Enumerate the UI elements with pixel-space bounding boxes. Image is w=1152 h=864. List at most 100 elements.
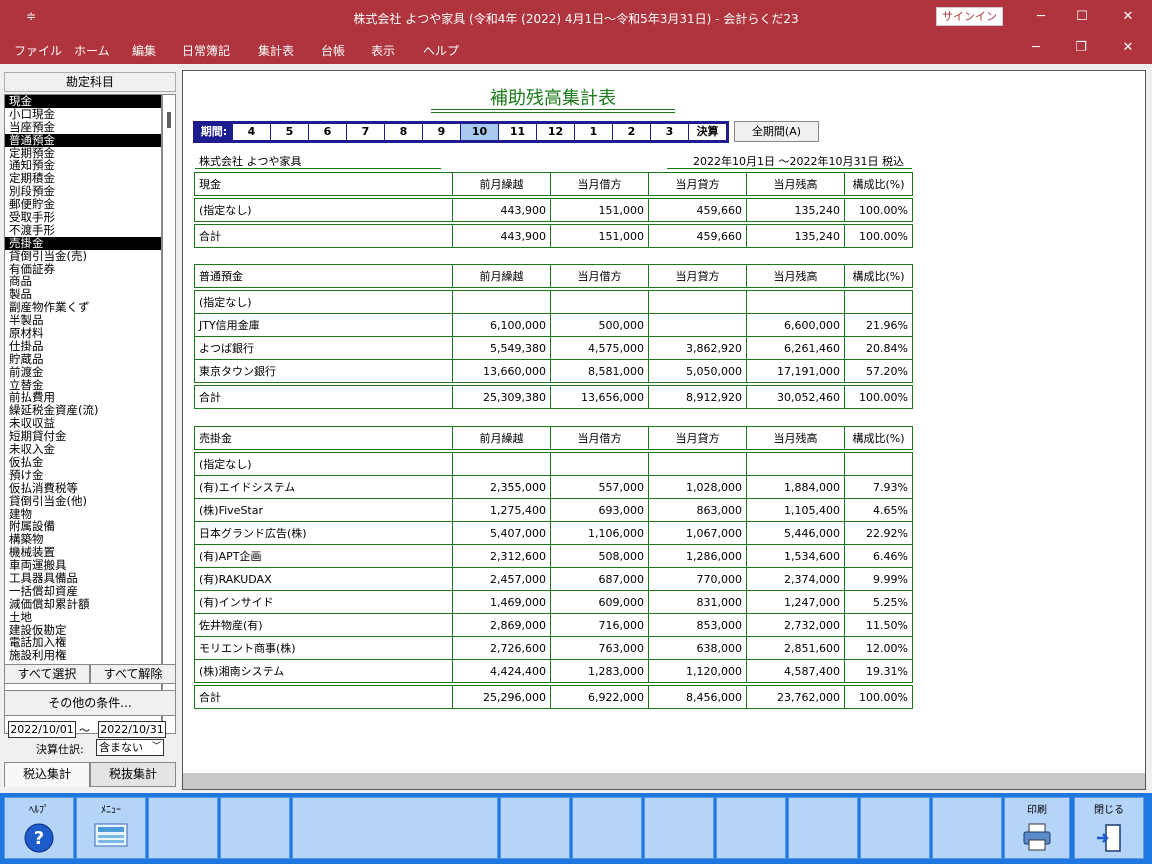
account-list-item[interactable]: 仮払消費税等 [5, 482, 161, 495]
select-all-button[interactable]: すべて選択 [4, 664, 90, 684]
account-list-item[interactable]: 仮払金 [5, 456, 161, 469]
fkey-9[interactable] [716, 797, 786, 859]
period-11[interactable]: 11 [498, 124, 536, 140]
account-list-item[interactable]: 副産物作業くず [5, 301, 161, 314]
signin-button[interactable]: サインイン [936, 7, 1003, 26]
account-list-item[interactable]: 原材料 [5, 327, 161, 340]
account-list-item[interactable]: 構築物 [5, 533, 161, 546]
account-list-item[interactable]: 建設仮勘定 [5, 624, 161, 637]
menu-button[interactable]: ﾒﾆｭｰ [76, 797, 146, 859]
close-icon[interactable]: ✕ [1113, 6, 1143, 28]
maximize-icon[interactable]: ☐ [1067, 6, 1097, 28]
deselect-all-button[interactable]: すべて解除 [90, 664, 176, 684]
account-scrollbar[interactable] [162, 94, 176, 734]
date-to-field[interactable]: 2022/10/31 [98, 721, 166, 738]
fkey-7[interactable] [572, 797, 642, 859]
period-3[interactable]: 3 [650, 124, 688, 140]
account-list-item[interactable]: 貯蔵品 [5, 353, 161, 366]
doc-restore-icon[interactable]: ❐ [1069, 40, 1093, 55]
horizontal-scrollbar[interactable] [183, 773, 1145, 789]
fkey-5[interactable] [292, 797, 498, 859]
close-button[interactable]: 閉じる [1074, 797, 1144, 859]
account-list-item[interactable]: 仕掛品 [5, 340, 161, 353]
tab-tax-incl[interactable]: 税込集計 [4, 762, 90, 787]
fkey-10[interactable] [788, 797, 858, 859]
account-list-item[interactable]: 立替金 [5, 379, 161, 392]
account-list-item[interactable]: 貸倒引当金(売) [5, 250, 161, 263]
account-list-item[interactable]: 工具器具備品 [5, 572, 161, 585]
menu-help[interactable]: ヘルプ [423, 42, 459, 59]
period-4[interactable]: 4 [232, 124, 270, 140]
account-list-item[interactable]: 車両運搬具 [5, 559, 161, 572]
account-list-item[interactable]: 前払費用 [5, 391, 161, 404]
account-list-item[interactable]: 通知預金 [5, 159, 161, 172]
menu-bookkeeping[interactable]: 日常簿記 [182, 42, 230, 59]
account-list-item[interactable]: 施設利用権 [5, 649, 161, 662]
period-2[interactable]: 2 [612, 124, 650, 140]
fkey-12[interactable] [932, 797, 1002, 859]
menu-edit[interactable]: 編集 [132, 42, 156, 59]
account-list-item[interactable]: 繰延税金資産(流) [5, 404, 161, 417]
account-list-item[interactable]: 機械装置 [5, 546, 161, 559]
menu-file[interactable]: ファイル [14, 42, 62, 59]
account-list-item[interactable]: 土地 [5, 611, 161, 624]
menu-summary[interactable]: 集計表 [258, 42, 294, 59]
account-list-item[interactable]: 建物 [5, 508, 161, 521]
menu-view[interactable]: 表示 [371, 42, 395, 59]
account-list-item[interactable]: 電話加入権 [5, 636, 161, 649]
account-list-item[interactable]: 減価償却累計額 [5, 598, 161, 611]
account-list-item[interactable]: 半製品 [5, 314, 161, 327]
doc-close-icon[interactable]: ✕ [1116, 40, 1140, 55]
period-5[interactable]: 5 [270, 124, 308, 140]
period-8[interactable]: 8 [384, 124, 422, 140]
account-list-item[interactable]: 製品 [5, 288, 161, 301]
minimize-icon[interactable]: ─ [1026, 6, 1056, 28]
print-button[interactable]: 印刷 [1004, 797, 1070, 859]
account-list-item[interactable]: 貸倒引当金(他) [5, 495, 161, 508]
account-list-item[interactable]: 一括償却資産 [5, 585, 161, 598]
account-list-item[interactable]: 未収入金 [5, 443, 161, 456]
period-12[interactable]: 12 [536, 124, 574, 140]
account-list[interactable]: 現金 小口現金 当座預金 普通預金 定期預金 通知預金 定期積金 別段預金 郵便貯金 受取手形 不渡… [4, 94, 162, 734]
period-10[interactable]: 10 [460, 124, 498, 140]
account-list-item[interactable]: 有価証券 [5, 263, 161, 276]
fkey-4[interactable] [220, 797, 290, 859]
account-list-item[interactable]: 当座預金 [5, 121, 161, 134]
closing-select[interactable]: 含まない ﹀ [96, 739, 164, 756]
fkey-8[interactable] [644, 797, 714, 859]
scroll-thumb[interactable] [167, 112, 171, 128]
menu-home[interactable]: ホーム [74, 42, 110, 59]
menu-ledger[interactable]: 台帳 [321, 42, 345, 59]
account-list-item[interactable]: 附属設備 [5, 520, 161, 533]
account-list-item[interactable]: 預け金 [5, 469, 161, 482]
account-list-item[interactable]: 受取手形 [5, 211, 161, 224]
help-button[interactable]: ﾍﾙﾌﾟ ? [4, 797, 74, 859]
doc-minimize-icon[interactable]: ─ [1024, 40, 1048, 55]
other-conditions-button[interactable]: その他の条件... [4, 690, 176, 716]
fkey-3[interactable] [148, 797, 218, 859]
fkey-11[interactable] [860, 797, 930, 859]
account-list-item[interactable]: 現金 [5, 95, 161, 108]
account-list-item[interactable]: 普通預金 [5, 133, 161, 147]
period-6[interactable]: 6 [308, 124, 346, 140]
all-period-button[interactable]: 全期間(A) [734, 121, 819, 142]
account-list-item[interactable]: 小口現金 [5, 108, 161, 121]
account-list-item[interactable]: 郵便貯金 [5, 198, 161, 211]
account-list-item[interactable]: 商品 [5, 275, 161, 288]
period-9[interactable]: 9 [422, 124, 460, 140]
account-list-item[interactable]: 売掛金 [5, 236, 161, 250]
account-list-item[interactable]: 定期積金 [5, 172, 161, 185]
period-決算[interactable]: 決算 [688, 124, 726, 140]
account-list-item[interactable]: 別段預金 [5, 185, 161, 198]
account-list-item[interactable]: 定期預金 [5, 147, 161, 160]
period-1[interactable]: 1 [574, 124, 612, 140]
period-7[interactable]: 7 [346, 124, 384, 140]
fkey-6[interactable] [500, 797, 570, 859]
account-list-item[interactable]: 未収収益 [5, 417, 161, 430]
table-header-row: 売掛金 前月繰越 当月借方 当月貸方 当月残高 構成比(%) [194, 426, 913, 450]
account-list-item[interactable]: 前渡金 [5, 366, 161, 379]
account-list-item[interactable]: 短期貸付金 [5, 430, 161, 443]
tab-tax-excl[interactable]: 税抜集計 [90, 762, 176, 787]
account-list-item[interactable]: 不渡手形 [5, 224, 161, 237]
date-from-field[interactable]: 2022/10/01 [8, 721, 76, 738]
